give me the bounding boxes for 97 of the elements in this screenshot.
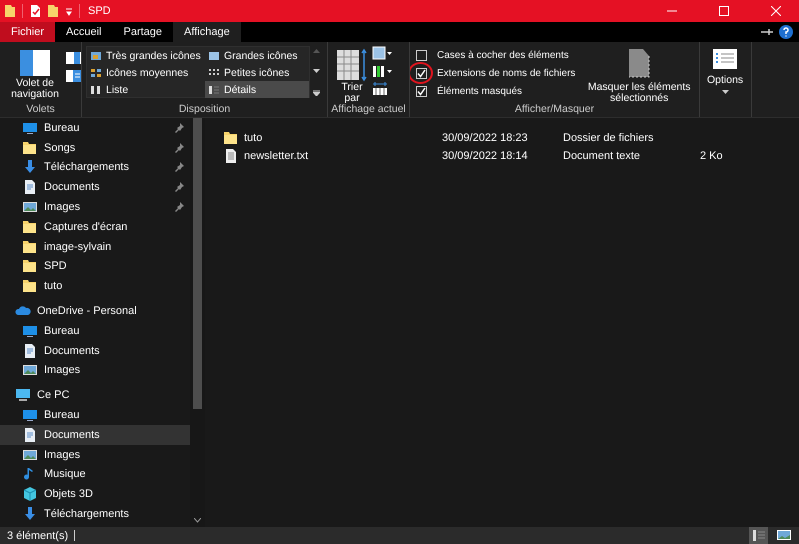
fit-columns-icon[interactable] [372,82,388,96]
close-icon [771,6,781,16]
extra-large-icons-icon [90,50,102,60]
layout-option[interactable]: Grandes icônes [205,47,309,64]
hide-selected-button[interactable]: Masquer les éléments sélectionnés [583,46,695,103]
scroll-down-icon[interactable] [313,69,320,74]
text-file-icon [223,148,239,164]
add-columns-icon[interactable] [372,64,392,78]
group-label: Afficher/Masquer [514,103,596,117]
checkbox-label: Éléments masqués [437,86,522,97]
sidebar-item[interactable]: Bureau [0,405,190,425]
file-type: Dossier de fichiers [563,132,654,144]
maximize-icon [719,6,729,16]
window-title: SPD [88,5,111,17]
layout-option[interactable]: Liste [87,81,205,98]
layout-option[interactable]: Petites icônes [205,64,309,81]
layout-option[interactable]: Icônes moyennes [87,64,205,81]
details-view-icon [752,529,766,542]
view-toggle[interactable] [749,527,768,544]
ribbon-tab[interactable]: Affichage [173,22,241,42]
folder-icon [22,258,38,274]
document-icon [22,342,38,359]
pin-icon[interactable] [761,27,773,37]
document-icon [22,426,38,443]
checkbox[interactable] [416,50,427,61]
sidebar-item[interactable]: Captures d'écran [0,216,190,237]
file-size: 2 Ko [700,150,723,162]
computer-icon [15,387,31,404]
layout-option[interactable]: Détails [205,81,309,98]
sidebar-item[interactable]: Songs [0,138,190,158]
file-name: tuto [244,132,262,144]
group-by-icon[interactable] [372,46,392,60]
sidebar-item[interactable]: Documents [0,177,190,198]
preview-pane-icon[interactable] [66,52,81,64]
folder-icon [22,140,38,156]
file-date: 30/09/2022 18:14 [442,150,529,162]
sidebar-item[interactable]: Documents [0,424,190,445]
cube-icon [22,486,38,502]
download-arrow-icon [22,506,38,522]
list-icon [712,48,738,70]
caret-icon [722,90,729,94]
sidebar-item[interactable]: Bureau [0,320,190,341]
options-button[interactable]: Options [704,46,746,103]
group-label: Disposition [178,103,232,117]
help-icon[interactable] [779,25,793,39]
large-icons-icon [776,529,790,542]
file-date: 30/09/2022 18:23 [442,132,529,144]
download-arrow-icon [22,159,38,176]
sidebar-item[interactable]: Images [0,360,190,380]
sidebar-item[interactable]: Images [0,197,190,217]
document-icon [22,179,38,196]
ribbon-tab[interactable]: Accueil [55,22,112,42]
file-menu-button[interactable]: Fichier [0,22,56,42]
file-name: newsletter.txt [244,150,308,162]
sidebar-item[interactable]: image-sylvain [0,236,190,257]
sidebar-item[interactable]: SPD [0,256,190,276]
folder-icon[interactable] [47,4,59,18]
sidebar-item[interactable]: Images [0,444,190,465]
group-label: Affichage actuel [330,103,407,117]
checkbox-label: Cases à cocher des éléments [437,50,569,61]
group-label: Volets [25,103,56,117]
sidebar-item[interactable]: Objets 3D [0,484,190,504]
details-view-icon [208,84,220,94]
monitor-icon [22,407,38,424]
ribbon-tab[interactable]: Partage [112,22,174,42]
sidebar-item[interactable]: OneDrive - Personal [0,301,190,321]
folder-icon[interactable] [4,4,16,18]
small-icons-icon [208,68,220,78]
file-type: Document texte [563,150,642,162]
sidebar-item[interactable]: Téléchargements [0,504,190,524]
folder-icon [22,218,38,235]
sidebar-item[interactable]: Téléchargements [0,158,190,178]
sidebar-item[interactable]: Bureau [0,118,190,138]
folder-icon [22,238,38,255]
sidebar-item[interactable]: Musique [0,464,190,484]
checkbox[interactable] [416,68,427,79]
hidden-page-icon [628,48,650,78]
layout-option[interactable]: Très grandes icônes [87,47,205,64]
expand-gallery-icon[interactable] [313,90,320,96]
navigation-pane-button[interactable]: Volet de navigation [4,46,66,103]
scrollbar-thumb[interactable] [193,118,202,409]
sidebar-item[interactable]: Documents [0,340,190,361]
checklist-icon[interactable] [29,4,41,18]
sidebar-item[interactable]: Ce PC [0,385,190,406]
checkbox[interactable] [416,86,427,97]
list-view-icon [90,84,102,94]
sort-by-button[interactable]: Trier par [332,46,372,103]
navigation-pane-icon [18,48,52,78]
sidebar-item[interactable]: tuto [0,276,190,296]
folder-icon [22,278,38,294]
folder-icon [223,130,239,146]
large-icons-icon [208,50,220,60]
item-count: 3 élément(s) [7,530,68,542]
details-pane-icon[interactable] [66,70,81,82]
checkbox-label: Extensions de noms de fichiers [437,68,576,79]
medium-icons-icon [90,68,102,78]
scroll-down-icon[interactable] [194,518,201,523]
